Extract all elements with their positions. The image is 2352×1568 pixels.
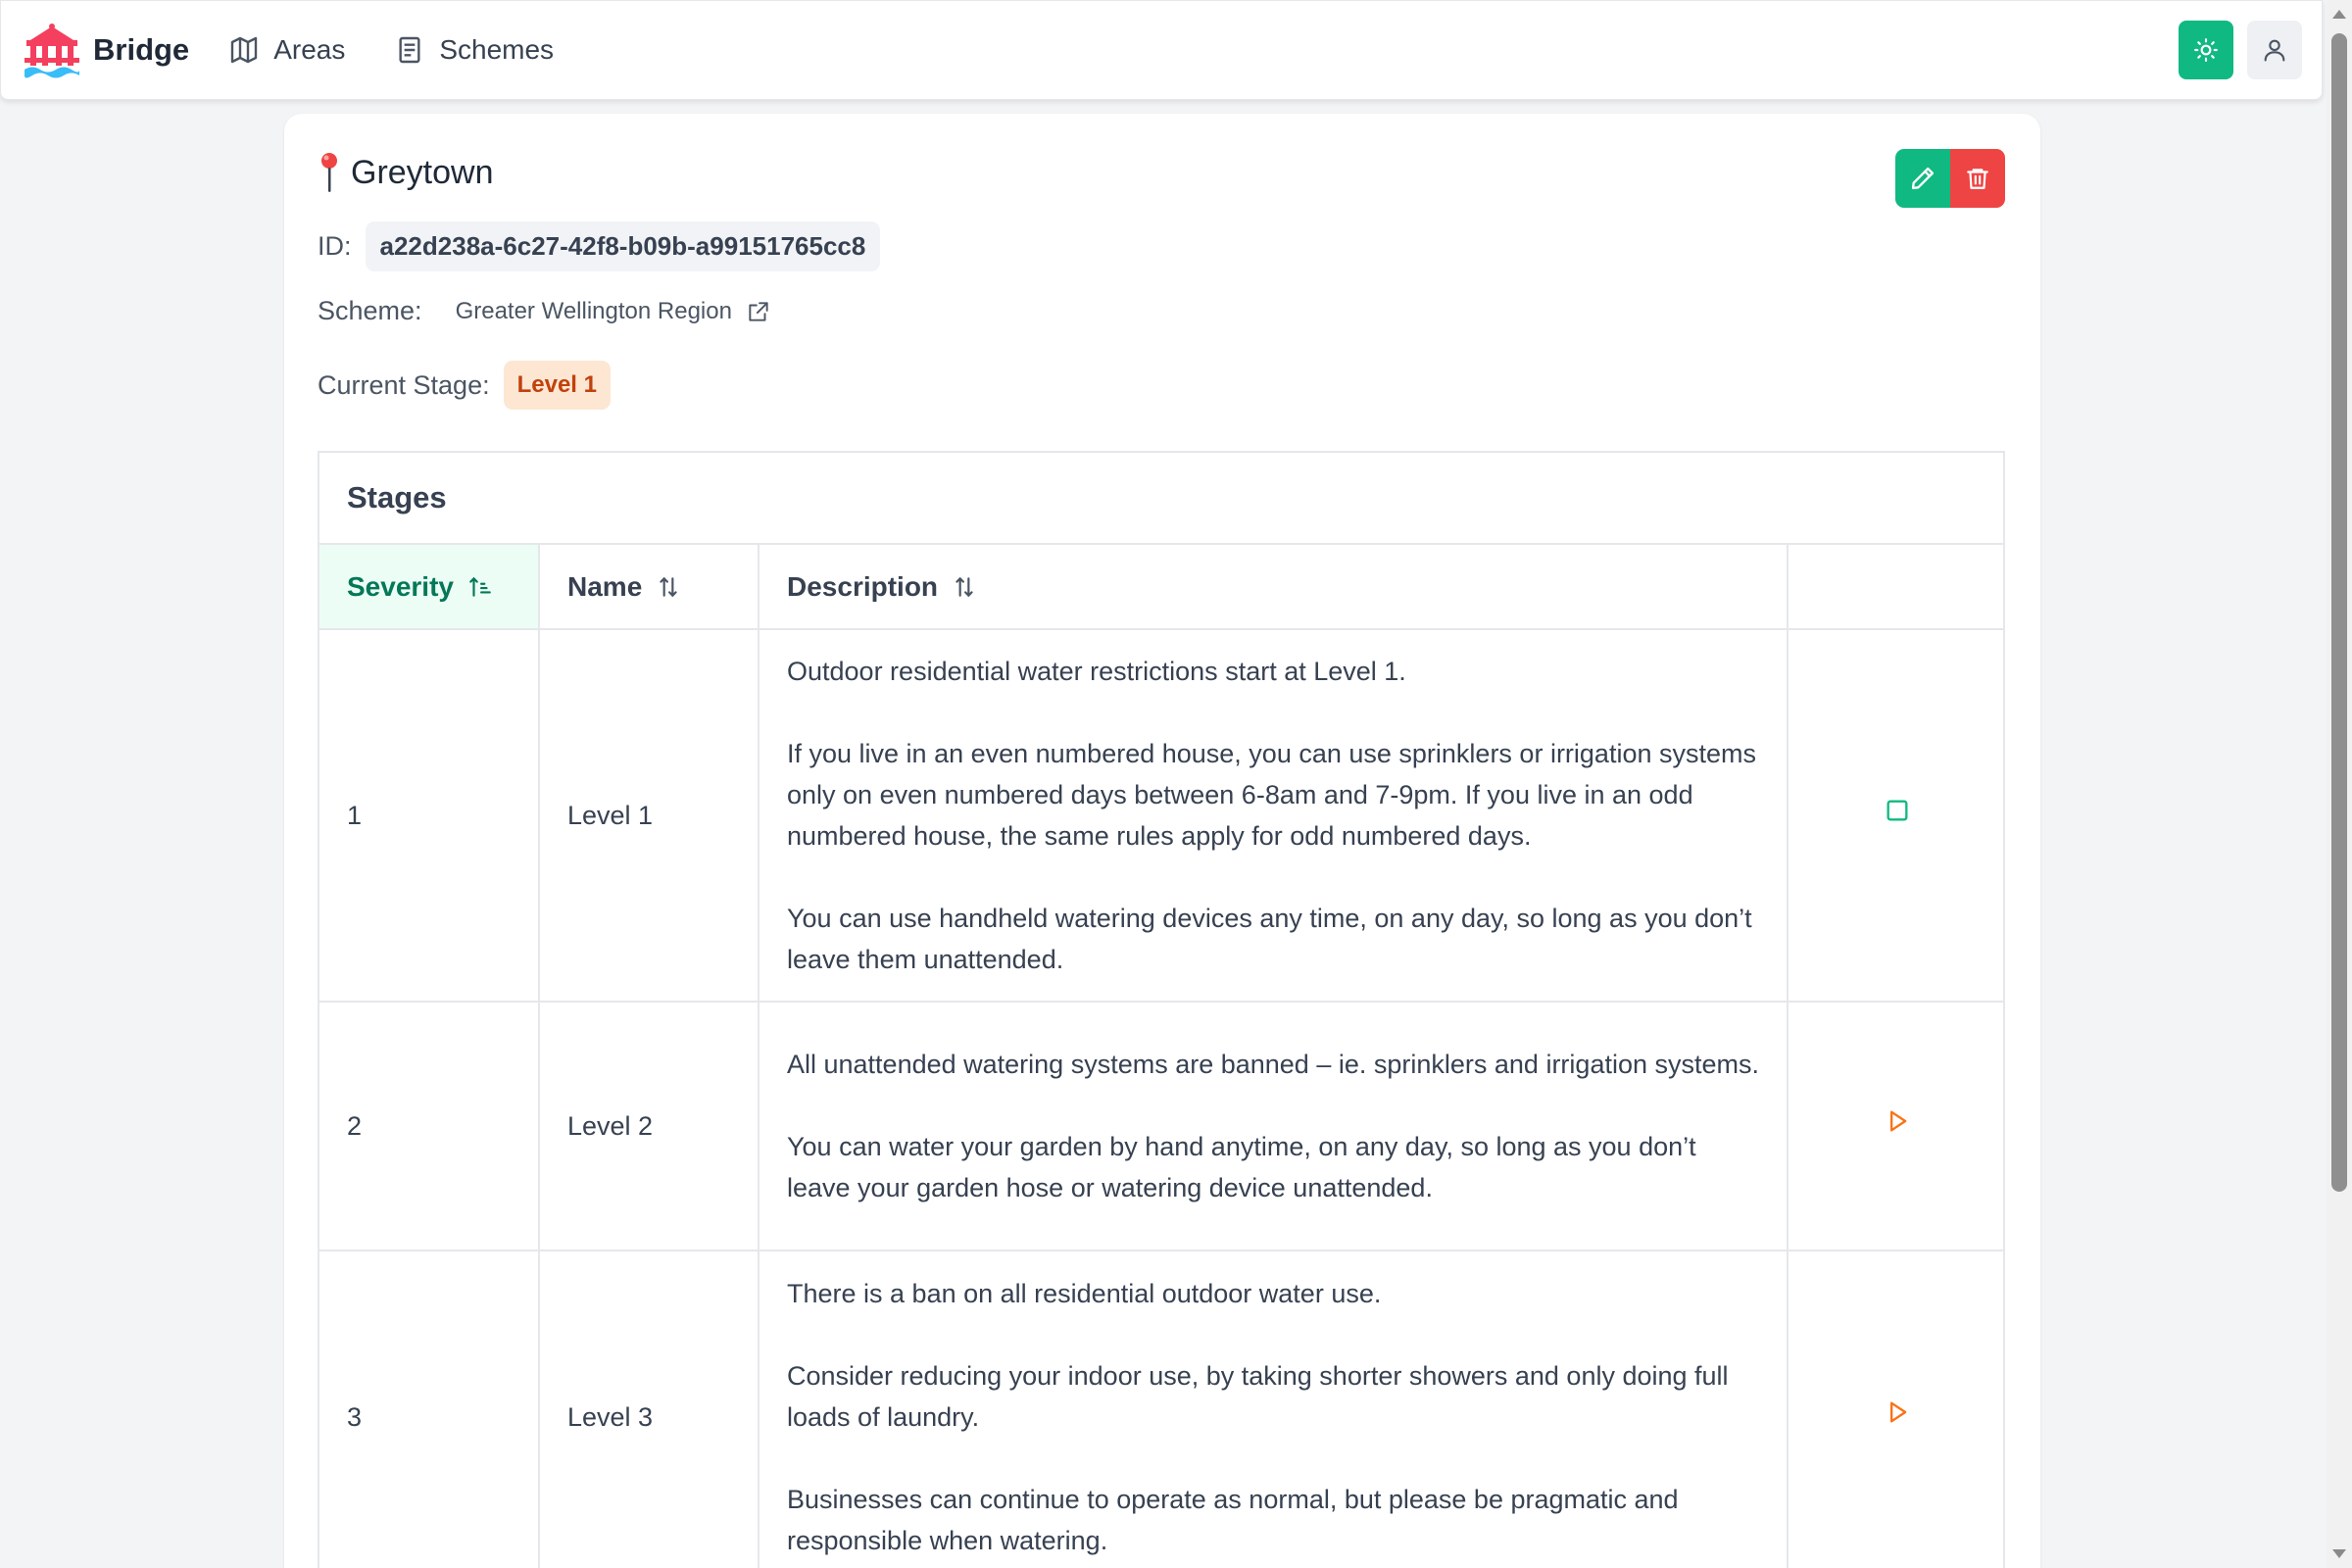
severity-cell: 2 — [319, 1002, 540, 1251]
name-cell: Level 1 — [539, 629, 760, 1003]
current-stage-label: Current Stage: — [318, 369, 490, 400]
description-paragraph: Businesses can continue to operate as no… — [787, 1485, 1679, 1555]
description-paragraph: All unattended watering systems are bann… — [787, 1050, 1759, 1079]
description-cell: There is a ban on all residential outdoo… — [759, 1250, 1788, 1568]
external-link-icon — [749, 301, 768, 321]
nav-link-areas-label: Areas — [273, 34, 346, 65]
column-header-description-label: Description — [787, 570, 939, 602]
nav-link-schemes[interactable]: Schemes — [394, 34, 554, 66]
nav-link-areas[interactable]: Areas — [228, 34, 345, 66]
scheme-link[interactable]: Greater Wellington Region — [456, 298, 771, 325]
brand-name: Bridge — [93, 32, 190, 67]
description-paragraph: There is a ban on all residential outdoo… — [787, 1279, 1382, 1308]
scrollbar-thumb[interactable] — [2331, 33, 2347, 1192]
theme-toggle-button[interactable] — [2179, 21, 2233, 79]
stage-action-cell — [1788, 629, 2005, 1003]
column-header-name[interactable]: Name — [539, 545, 760, 630]
current-stage-badge: Level 1 — [503, 361, 611, 410]
stage-action-cell — [1788, 1002, 2005, 1251]
sort-ascending-icon — [469, 576, 491, 597]
bridge-logo-icon — [24, 24, 79, 78]
stage-action-cell — [1788, 1250, 2005, 1568]
sun-icon — [2194, 38, 2218, 62]
delete-button[interactable] — [1950, 149, 2005, 208]
nav-link-schemes-label: Schemes — [439, 34, 555, 65]
column-header-actions — [1788, 545, 2005, 630]
column-header-description[interactable]: Description — [759, 545, 1788, 630]
column-header-name-label: Name — [567, 570, 643, 602]
area-name: Greytown — [351, 153, 494, 191]
area-title-row: Greytown — [318, 151, 494, 194]
area-actions — [1895, 149, 2005, 208]
name-cell: Level 2 — [539, 1002, 760, 1251]
table-header-row: Severity Name Description — [319, 545, 2005, 630]
map-pin-icon — [321, 153, 337, 192]
sort-icon — [956, 576, 973, 597]
description-cell: Outdoor residential water restrictions s… — [759, 629, 1788, 1003]
description-paragraph: Consider reducing your indoor use, by ta… — [787, 1361, 1729, 1432]
table-row: 1 Level 1 Outdoor residential water rest… — [319, 629, 2005, 1003]
stages-table: Severity Name Description 1 Level 1 Outd… — [319, 545, 2005, 1568]
pencil-icon — [1911, 167, 1935, 190]
area-detail-card: Greytown ID: a22d238a-6c27-42f8-b09b-a99… — [284, 114, 2040, 1568]
id-label: ID: — [318, 231, 352, 261]
scheme-name: Greater Wellington Region — [455, 297, 732, 324]
description-cell: All unattended watering systems are bann… — [759, 1002, 1788, 1251]
description-paragraph: Outdoor residential water restrictions s… — [787, 657, 1406, 686]
user-menu-button[interactable] — [2247, 21, 2302, 79]
area-id-row: ID: a22d238a-6c27-42f8-b09b-a99151765cc8 — [318, 221, 881, 271]
column-header-severity[interactable]: Severity — [319, 545, 540, 630]
description-paragraph: If you live in an even numbered house, y… — [787, 739, 1756, 851]
table-row: 3 Level 3 There is a ban on all resident… — [319, 1250, 2005, 1568]
stop-square-icon[interactable] — [1884, 797, 1911, 824]
user-icon — [2264, 39, 2285, 62]
top-navbar: Bridge Areas Schemes — [0, 0, 2323, 100]
brand[interactable]: Bridge — [21, 19, 189, 81]
table-row: 2 Level 2 All unattended watering system… — [319, 1002, 2005, 1251]
trash-icon — [1967, 169, 1988, 189]
severity-cell: 3 — [319, 1250, 540, 1568]
sort-icon — [660, 576, 677, 597]
column-header-severity-label: Severity — [347, 570, 454, 602]
play-icon[interactable] — [1884, 1107, 1911, 1135]
description-paragraph: You can water your garden by hand anytim… — [787, 1132, 1696, 1202]
severity-cell: 1 — [319, 629, 540, 1003]
stages-panel: Stages Severity Name Description 1 Level… — [318, 451, 2005, 1568]
scroll-down-arrow-icon[interactable] — [2332, 1549, 2346, 1558]
scheme-label: Scheme: — [318, 296, 422, 325]
play-icon[interactable] — [1884, 1398, 1911, 1426]
current-stage-row: Current Stage: Level 1 — [318, 361, 611, 410]
area-id-value: a22d238a-6c27-42f8-b09b-a99151765cc8 — [365, 221, 881, 271]
name-cell: Level 3 — [539, 1250, 760, 1568]
map-icon — [230, 36, 258, 64]
scroll-up-arrow-icon[interactable] — [2332, 10, 2346, 19]
document-list-icon — [399, 36, 420, 64]
edit-button[interactable] — [1895, 149, 1950, 208]
page-scrollbar[interactable] — [2327, 0, 2352, 1568]
description-paragraph: You can use handheld watering devices an… — [787, 904, 1752, 974]
stages-title: Stages — [319, 453, 2003, 545]
scheme-row: Scheme: Greater Wellington Region — [318, 296, 771, 326]
